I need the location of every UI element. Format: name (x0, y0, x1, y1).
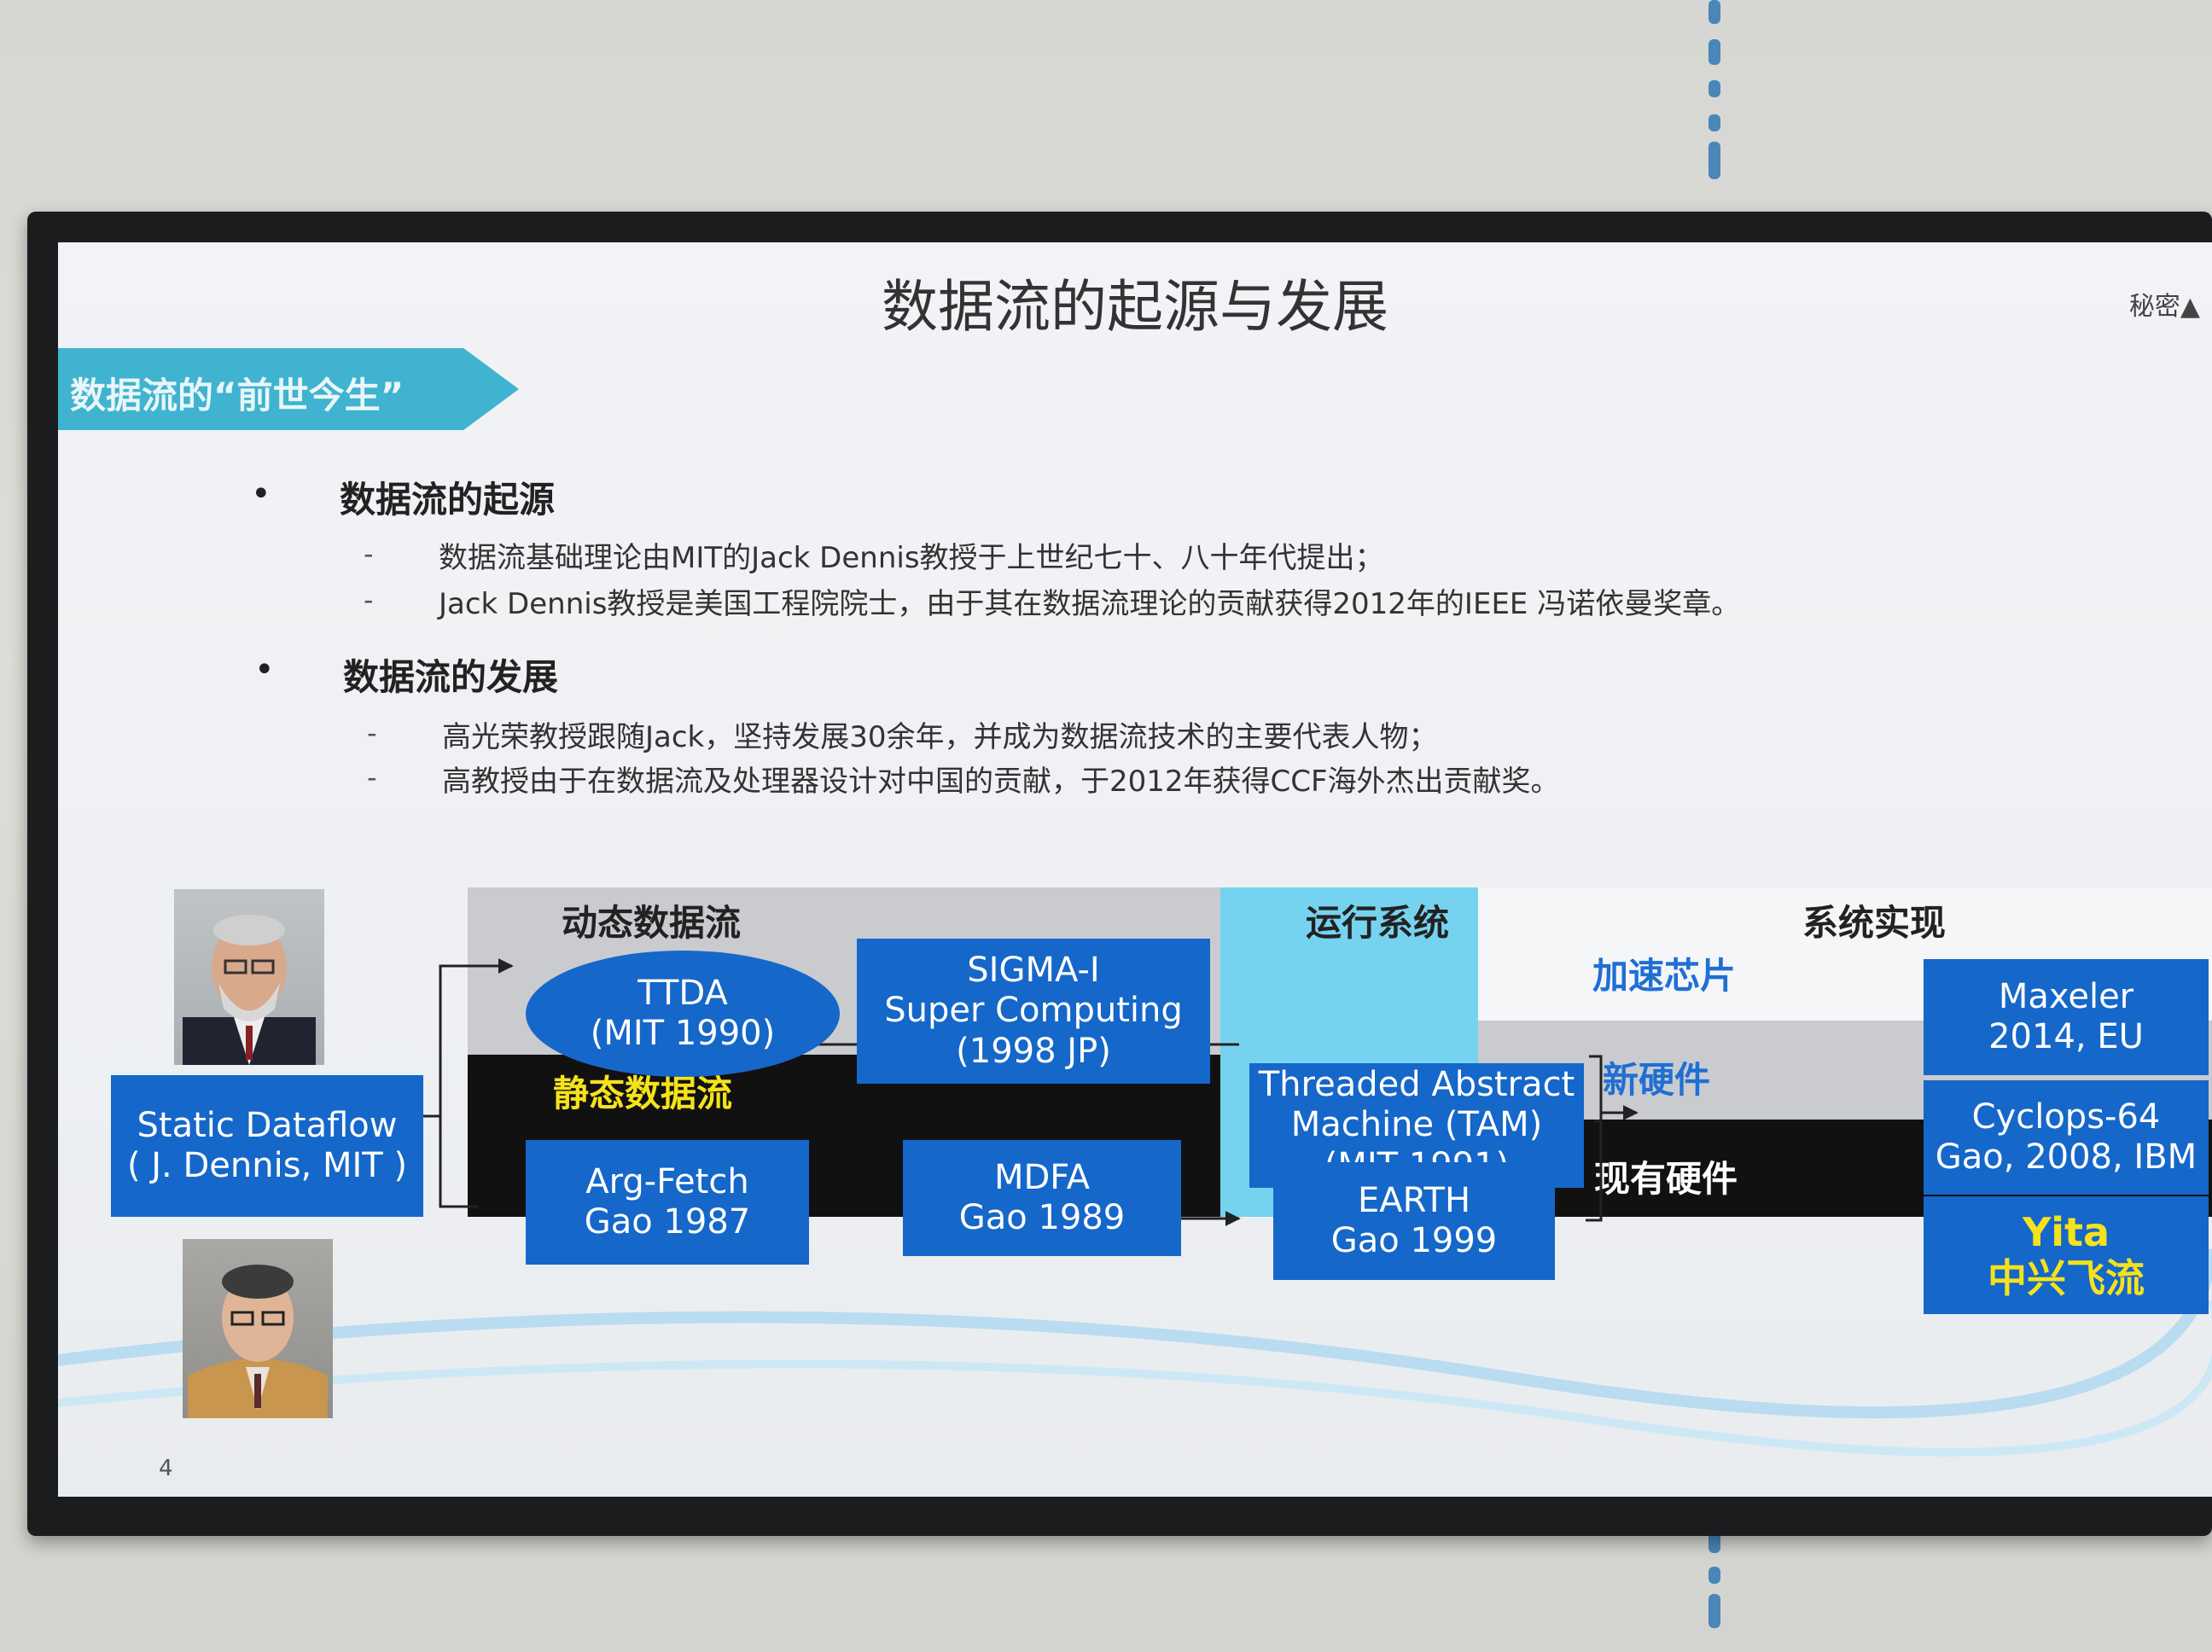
tam-line-1: Threaded Abstract (1258, 1065, 1575, 1105)
argfetch-year: Gao 1987 (584, 1202, 751, 1242)
origin-item-1: 数据流基础理论由MIT的Jack Dennis教授于上世纪七十、八十年代提出； (439, 541, 1384, 575)
bullet-icon: • (254, 650, 275, 689)
argfetch-title: Arg-Fetch (585, 1161, 749, 1201)
static-dataflow-box: Static Dataflow ( J. Dennis, MIT ) (111, 1075, 423, 1217)
maxeler-box: Maxeler 2014, EU (1924, 959, 2209, 1075)
mdfa-box: MDFA Gao 1989 (903, 1140, 1181, 1256)
static-dataflow-author: ( J. Dennis, MIT ) (126, 1146, 408, 1185)
dash-icon: - (367, 761, 377, 794)
cyclops-detail: Gao, 2008, IBM (1935, 1137, 2197, 1177)
development-item-2: 高教授由于在数据流及处理器设计对中国的贡献，于2012年获得CCF海外杰出贡献奖… (442, 765, 1560, 799)
development-item-1: 高光荣教授跟随Jack，坚持发展30余年，并成为数据流技术的主要代表人物； (442, 720, 1438, 754)
section-banner: 数据流的“前世今生” (58, 348, 519, 430)
portrait-gao-guangrong (183, 1239, 333, 1418)
cyclops-title: Cyclops-64 (1971, 1096, 2161, 1137)
dash-icon: - (364, 584, 374, 616)
dash-icon: - (367, 717, 377, 749)
section-heading-origin: 数据流的起源 (340, 479, 556, 521)
cyclops-box: Cyclops-64 Gao, 2008, IBM (1924, 1080, 2209, 1195)
portrait-jack-dennis (174, 889, 324, 1065)
classification-mark: 秘密▲ (2128, 292, 2200, 322)
accel-chip-label: 加速芯片 (1592, 955, 1737, 997)
earth-year: Gao 1999 (1330, 1221, 1498, 1260)
ttda-node: TTDA (MIT 1990) (526, 951, 840, 1077)
slide-title: 数据流的起源与发展 (882, 274, 1388, 340)
dash-icon: - (364, 538, 374, 570)
argfetch-box: Arg-Fetch Gao 1987 (526, 1140, 809, 1265)
maxeler-title: Maxeler (1998, 976, 2134, 1016)
existing-hardware-label: 现有硬件 (1594, 1158, 1738, 1200)
yita-title: Yita (2022, 1208, 2110, 1255)
dynamic-dataflow-label: 动态数据流 (562, 902, 742, 944)
sigma-subtitle: Super Computing (884, 991, 1183, 1031)
ttda-year: (MIT 1990) (590, 1014, 776, 1053)
section-heading-development: 数据流的发展 (343, 656, 559, 698)
maxeler-year: 2014, EU (1988, 1017, 2144, 1056)
bullet-icon: • (251, 474, 271, 514)
origin-item-2: Jack Dennis教授是美国工程院院士，由于其在数据流理论的贡献获得2012… (439, 587, 1741, 621)
yita-brand: 中兴飞流 (1988, 1255, 2145, 1301)
sigma-title: SIGMA-I (967, 951, 1100, 991)
tam-line-2: Machine (TAM) (1290, 1105, 1543, 1145)
runtime-system-label: 运行系统 (1306, 902, 1450, 944)
yita-box: Yita 中兴飞流 (1924, 1196, 2209, 1314)
earth-box: EARTH Gao 1999 (1273, 1162, 1555, 1280)
page-number: 4 (159, 1456, 173, 1481)
background-swoosh (58, 1248, 2212, 1457)
sigma-year: (1998 JP) (956, 1031, 1111, 1071)
mdfa-title: MDFA (993, 1157, 1090, 1197)
system-impl-label: 系统实现 (1802, 902, 1947, 944)
sigma-box: SIGMA-I Super Computing (1998 JP) (857, 939, 1210, 1084)
new-hardware-label: 新硬件 (1603, 1059, 1711, 1101)
banner-text: 数据流的“前世今生” (70, 375, 405, 416)
earth-title: EARTH (1357, 1180, 1471, 1220)
static-dataflow-title: Static Dataflow (137, 1105, 398, 1145)
mdfa-year: Gao 1989 (958, 1198, 1126, 1237)
slide-screen: 数据流的起源与发展 秘密▲ 数据流的“前世今生” • 数据流的起源 - 数据流基… (58, 242, 2212, 1497)
ttda-title: TTDA (637, 973, 728, 1013)
